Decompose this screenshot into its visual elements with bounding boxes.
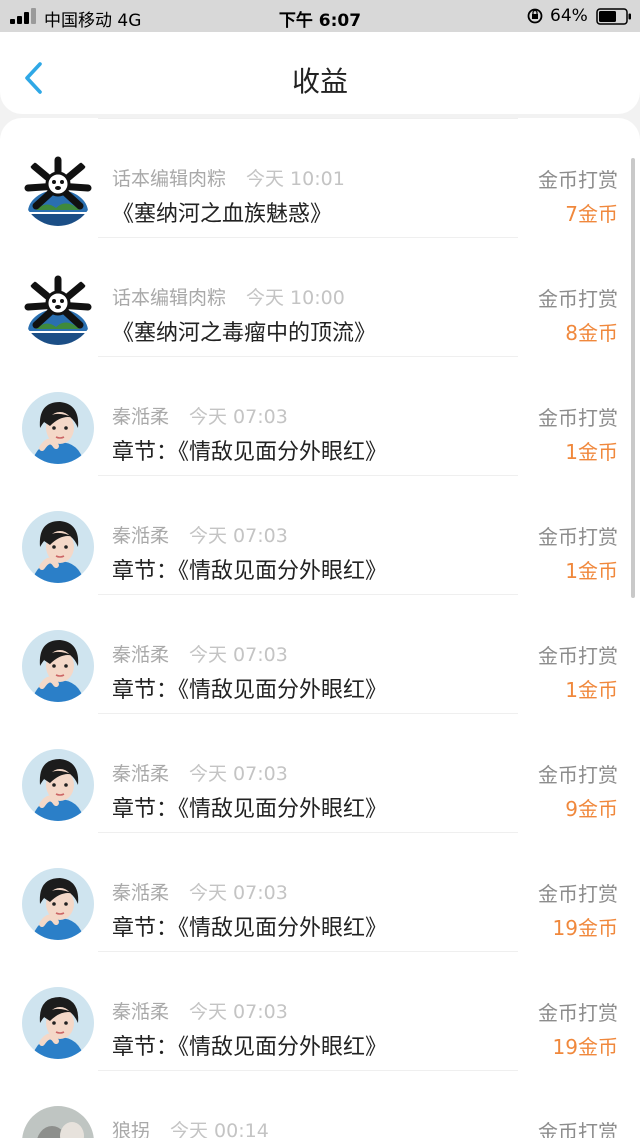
list-item[interactable]: 话本编辑肉粽 今天 10:01 《塞纳河之血族魅惑》 金币打赏 7金币 (0, 118, 640, 237)
timestamp: 今天 07:03 (189, 763, 288, 785)
avatar[interactable] (22, 273, 94, 345)
timestamp: 今天 10:01 (246, 168, 345, 190)
divider (98, 118, 518, 119)
timestamp: 今天 07:03 (189, 1001, 288, 1023)
timestamp: 今天 07:03 (189, 525, 288, 547)
reward-type: 金币打赏 (538, 644, 618, 668)
divider (98, 1070, 518, 1071)
user-name: 秦湉柔 (112, 525, 170, 547)
battery-percent: 64% (550, 6, 588, 26)
work-title: 章节：《情敌见面分外眼红》 (112, 797, 388, 822)
avatar[interactable] (22, 987, 94, 1059)
divider (98, 594, 518, 595)
avatar[interactable] (22, 154, 94, 226)
list-item[interactable]: 秦湉柔 今天 07:03 章节：《情敌见面分外眼红》 金币打赏 1金币 (0, 356, 640, 475)
reward-amount: 9金币 (565, 797, 618, 821)
divider (98, 356, 518, 357)
reward-type: 金币打赏 (538, 763, 618, 787)
reward-type: 金币打赏 (538, 1120, 618, 1138)
avatar[interactable] (22, 392, 94, 464)
divider (98, 475, 518, 476)
user-name: 狼拐 (112, 1120, 151, 1138)
reward-type: 金币打赏 (538, 406, 618, 430)
avatar[interactable] (22, 1106, 94, 1138)
avatar[interactable] (22, 630, 94, 702)
work-title: 章节：《情敌见面分外眼红》 (112, 559, 388, 584)
avatar[interactable] (22, 511, 94, 583)
reward-type: 金币打赏 (538, 882, 618, 906)
divider (98, 713, 518, 714)
reward-amount: 7金币 (565, 202, 618, 226)
page-title: 收益 (291, 65, 348, 98)
user-name: 秦湉柔 (112, 763, 170, 785)
reward-amount: 1金币 (565, 440, 618, 464)
battery-icon (596, 8, 631, 25)
work-title: 章节：《情敌见面分外眼红》 (112, 1035, 388, 1060)
divider (98, 951, 518, 952)
reward-amount: 1金币 (565, 559, 618, 583)
reward-amount: 8金币 (565, 321, 618, 345)
work-title: 章节：《情敌见面分外眼红》 (112, 916, 388, 941)
user-name: 话本编辑肉粽 (112, 287, 227, 309)
avatar[interactable] (22, 868, 94, 940)
divider (98, 237, 518, 238)
rotation-lock-icon (527, 8, 543, 24)
user-name: 秦湉柔 (112, 882, 170, 904)
timestamp: 今天 00:14 (170, 1120, 269, 1138)
list-item[interactable]: 秦湉柔 今天 07:03 章节：《情敌见面分外眼红》 金币打赏 1金币 (0, 475, 640, 594)
user-name: 秦湉柔 (112, 406, 170, 428)
user-name: 话本编辑肉粽 (112, 168, 227, 190)
work-title: 《塞纳河之血族魅惑》 (112, 202, 333, 227)
list-item[interactable]: 话本编辑肉粽 今天 10:00 《塞纳河之毒瘤中的顶流》 金币打赏 8金币 (0, 237, 640, 356)
reward-amount: 1金币 (565, 678, 618, 702)
reward-type: 金币打赏 (538, 1001, 618, 1025)
divider (98, 832, 518, 833)
list-item[interactable]: 秦湉柔 今天 07:03 章节：《情敌见面分外眼红》 金币打赏 19金币 (0, 832, 640, 951)
nav-header: 收益 (0, 32, 640, 114)
timestamp: 今天 07:03 (189, 882, 288, 904)
reward-amount: 19金币 (552, 916, 618, 940)
status-time: 下午 6:07 (278, 11, 362, 31)
reward-amount: 19金币 (552, 1035, 618, 1059)
timestamp: 今天 07:03 (189, 644, 288, 666)
earnings-list[interactable]: 话本编辑肉粽 今天 10:01 《塞纳河之血族魅惑》 金币打赏 7金币 话本编辑肉粽 今天… (0, 118, 640, 1138)
user-name: 秦湉柔 (112, 1001, 170, 1023)
reward-type: 金币打赏 (538, 525, 618, 549)
list-item[interactable]: 秦湉柔 今天 07:03 章节：《情敌见面分外眼红》 金币打赏 1金币 (0, 594, 640, 713)
timestamp: 今天 10:00 (246, 287, 345, 309)
work-title: 章节：《情敌见面分外眼红》 (112, 678, 388, 703)
list-item[interactable]: 狼拐 今天 00:14 金币打赏 (0, 1070, 640, 1138)
timestamp: 今天 07:03 (189, 406, 288, 428)
list-item[interactable]: 秦湉柔 今天 07:03 章节：《情敌见面分外眼红》 金币打赏 19金币 (0, 951, 640, 1070)
status-bar: 中国移动 4G 下午 6:07 64% (0, 0, 640, 32)
user-name: 秦湉柔 (112, 644, 170, 666)
work-title: 《塞纳河之毒瘤中的顶流》 (112, 321, 377, 346)
reward-type: 金币打赏 (538, 168, 618, 192)
list-item[interactable]: 秦湉柔 今天 07:03 章节：《情敌见面分外眼红》 金币打赏 9金币 (0, 713, 640, 832)
work-title: 章节：《情敌见面分外眼红》 (112, 440, 388, 465)
reward-type: 金币打赏 (538, 287, 618, 311)
avatar[interactable] (22, 749, 94, 821)
